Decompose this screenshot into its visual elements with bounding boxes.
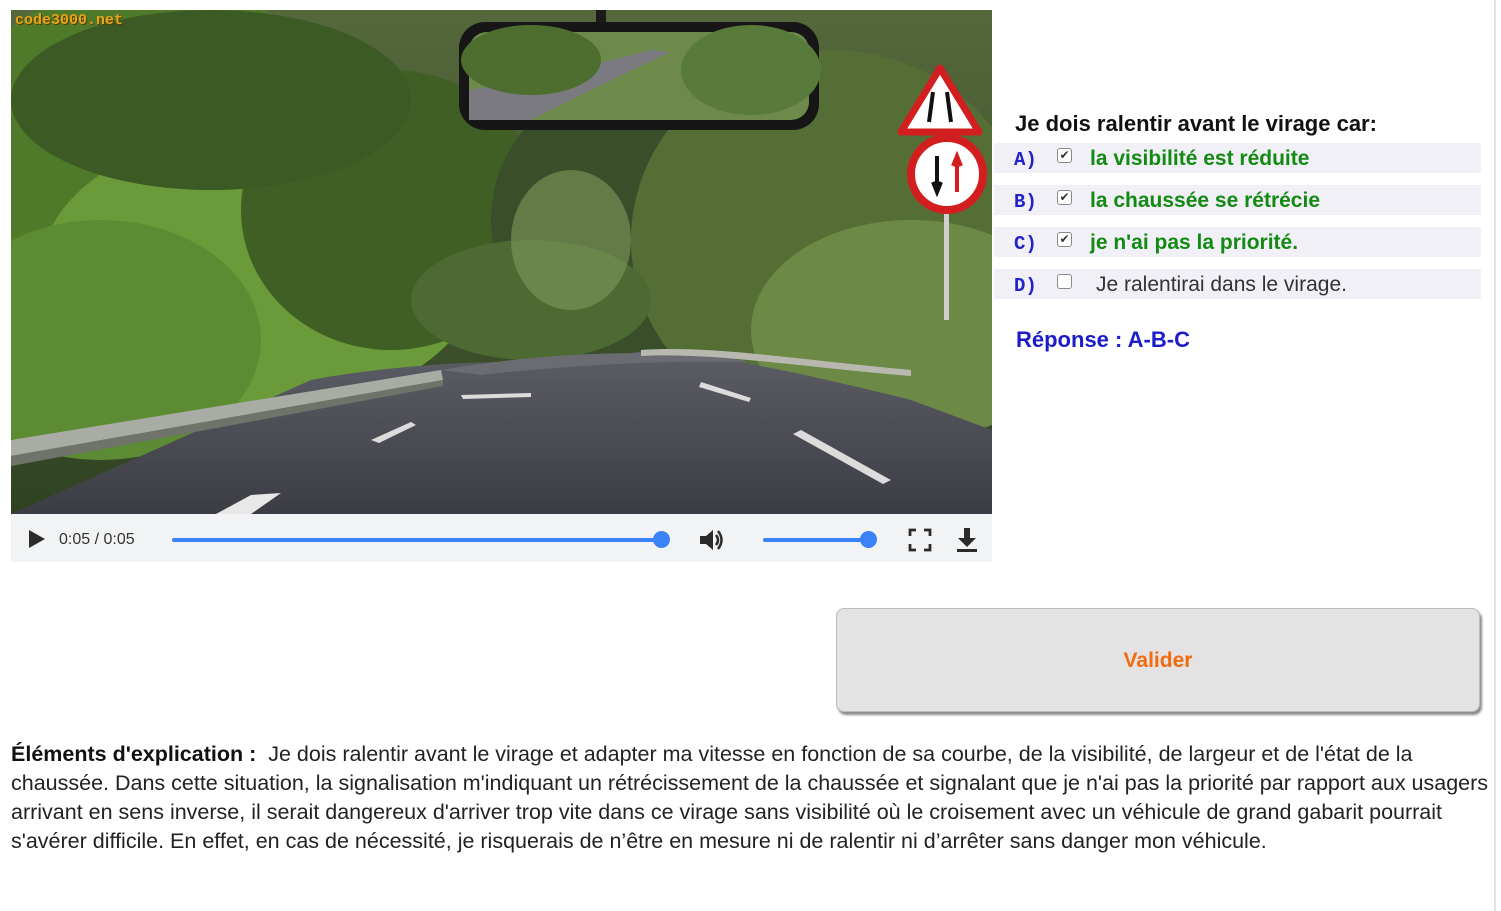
answer-letter: B) — [1014, 191, 1037, 213]
progress-bar[interactable] — [172, 538, 662, 542]
answer-text: Je ralentirai dans le virage. — [1096, 273, 1347, 296]
progress-thumb[interactable] — [653, 531, 670, 548]
answer-checkbox[interactable] — [1057, 274, 1072, 289]
volume-thumb[interactable] — [860, 531, 877, 548]
answer-text: la visibilité est réduite — [1090, 147, 1310, 170]
answer-letter: A) — [1014, 149, 1037, 171]
video-player[interactable]: code3000.net 0:05 / 0:05 — [11, 10, 992, 562]
answer-b[interactable]: B) ✔ la chaussée se rétrécie — [994, 185, 1481, 215]
watermark-logo: code3000.net — [15, 12, 124, 29]
download-icon[interactable] — [953, 526, 981, 554]
current-time: 0:05 — [59, 531, 91, 548]
explanation-label: Éléments d'explication : — [11, 742, 257, 766]
duration: 0:05 — [103, 531, 135, 548]
road-scene-image — [11, 10, 992, 514]
question-title: Je dois ralentir avant le virage car: — [1015, 111, 1377, 136]
answer-text: je n'ai pas la priorité. — [1090, 231, 1299, 254]
video-frame[interactable]: code3000.net — [11, 10, 992, 514]
answer-checkbox[interactable]: ✔ — [1057, 190, 1072, 205]
validate-label: Valider — [1123, 649, 1193, 672]
play-icon[interactable] — [25, 528, 47, 550]
answer-d[interactable]: D) Je ralentirai dans le virage. — [994, 269, 1481, 299]
answer-a[interactable]: A) ✔ la visibilité est réduite — [994, 143, 1481, 173]
answer-letter: D) — [1014, 275, 1037, 297]
fullscreen-icon[interactable] — [906, 526, 934, 554]
time-display: 0:05 / 0:05 — [59, 531, 135, 549]
answer-c[interactable]: C) ✔ je n'ai pas la priorité. — [994, 227, 1481, 257]
volume-icon[interactable] — [697, 526, 725, 554]
volume-slider[interactable] — [763, 538, 869, 542]
page-edge — [1494, 0, 1496, 911]
answer-checkbox[interactable]: ✔ — [1057, 232, 1072, 247]
explanation: Éléments d'explication : Je dois ralenti… — [11, 740, 1489, 856]
answer-text: la chaussée se rétrécie — [1090, 189, 1320, 212]
video-controls: 0:05 / 0:05 — [11, 514, 992, 562]
answer-checkbox[interactable]: ✔ — [1057, 148, 1072, 163]
response-text: Réponse : A-B-C — [1016, 327, 1190, 352]
answer-letter: C) — [1014, 233, 1037, 255]
validate-button[interactable]: Valider — [836, 608, 1480, 712]
